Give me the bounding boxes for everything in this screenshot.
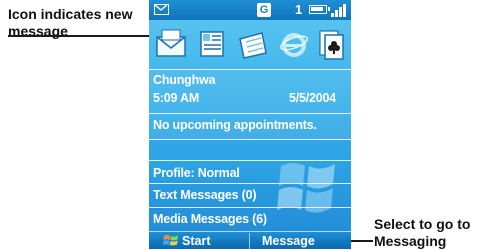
separator: [149, 207, 351, 208]
windows-flag-icon: [163, 235, 178, 246]
message-softkey[interactable]: Message: [262, 232, 342, 249]
windows-logo-icon: [277, 163, 335, 213]
start-softkey-label: Start: [182, 234, 211, 248]
operator-name: Chunghwa: [153, 73, 216, 87]
network-badge: G: [257, 3, 271, 17]
phone-home-screen: G 1 Chunghwa 5:09 AM 5/5/2004 No upcomin…: [149, 0, 351, 249]
solitaire-cards-icon[interactable]: [317, 29, 345, 61]
appointments-text[interactable]: No upcoming appointments.: [153, 118, 317, 132]
contacts-card-icon[interactable]: [197, 29, 227, 59]
envelope-icon: [154, 4, 169, 15]
status-bar: G 1: [149, 0, 351, 20]
separator: [149, 183, 351, 184]
separator: [149, 160, 351, 161]
callout-left-leader: [8, 35, 158, 37]
start-softkey[interactable]: Start: [163, 232, 249, 249]
softkey-divider: [249, 233, 250, 249]
calendar-icon[interactable]: [237, 29, 269, 59]
internet-explorer-icon[interactable]: [279, 29, 309, 59]
current-time: 5:09 AM: [153, 91, 200, 105]
separator: [149, 139, 351, 140]
profile-status[interactable]: Profile: Normal: [153, 166, 240, 180]
separator: [149, 113, 351, 114]
line-number: 1: [295, 2, 303, 17]
media-messages-count[interactable]: Media Messages (6): [153, 212, 267, 226]
soft-key-bar: Start Message: [149, 231, 351, 249]
text-messages-count[interactable]: Text Messages (0): [153, 188, 257, 202]
current-date: 5/5/2004: [289, 91, 337, 105]
signal-icon: [331, 4, 346, 17]
messaging-envelope-icon[interactable]: [155, 29, 187, 59]
battery-icon: [309, 5, 330, 14]
app-icon-row: [149, 21, 351, 69]
callout-messaging: Select to go to Messaging: [374, 216, 471, 249]
